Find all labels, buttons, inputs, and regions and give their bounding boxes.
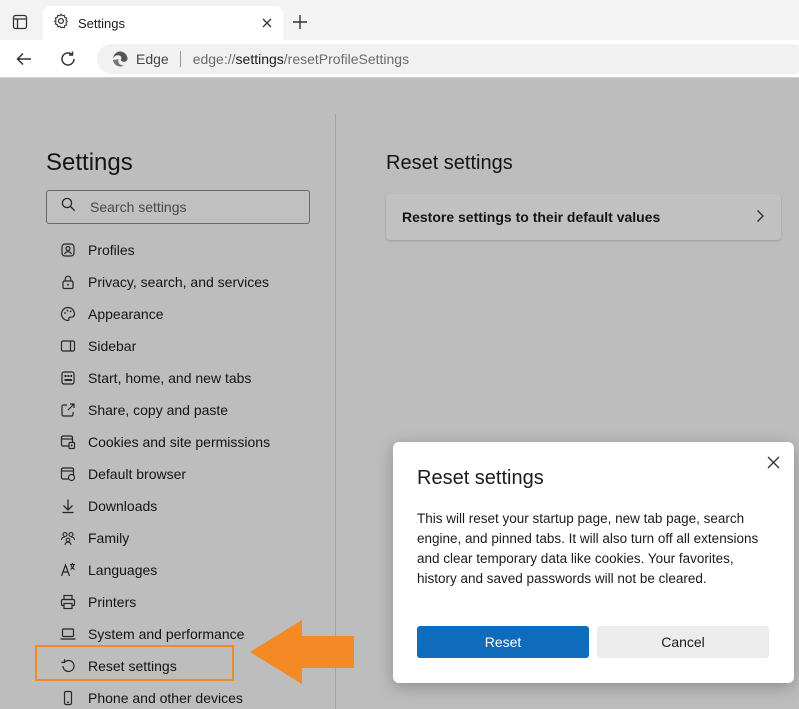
dialog-title: Reset settings bbox=[417, 467, 544, 489]
back-arrow-icon[interactable] bbox=[9, 44, 39, 74]
edge-label: Edge bbox=[136, 51, 169, 67]
url-host: settings bbox=[235, 51, 284, 67]
annotation-arrow-icon bbox=[250, 620, 354, 684]
cancel-button[interactable]: Cancel bbox=[597, 626, 769, 658]
gear-icon bbox=[53, 12, 69, 34]
refresh-icon[interactable] bbox=[53, 44, 83, 74]
tab-actions-icon[interactable] bbox=[6, 8, 34, 36]
toolbar: Edge edge://settings/resetProfileSetting… bbox=[0, 40, 799, 78]
reset-settings-dialog: Reset settings This will reset your star… bbox=[393, 442, 794, 683]
plus-icon[interactable] bbox=[287, 9, 313, 35]
tab-title: Settings bbox=[78, 15, 125, 31]
url-scheme: edge:// bbox=[192, 51, 236, 67]
edge-logo-icon bbox=[111, 50, 129, 68]
dialog-message: This will reset your startup page, new t… bbox=[417, 511, 759, 586]
address-bar[interactable]: Edge edge://settings/resetProfileSetting… bbox=[97, 44, 799, 74]
reset-button[interactable]: Reset bbox=[417, 626, 589, 658]
annotation-highlight-box bbox=[35, 645, 234, 681]
close-icon[interactable] bbox=[763, 452, 783, 472]
close-icon[interactable] bbox=[255, 11, 279, 35]
url-path: /resetProfileSettings bbox=[283, 51, 410, 67]
tab-settings[interactable]: Settings bbox=[43, 6, 283, 40]
tab-strip: Settings bbox=[0, 0, 799, 40]
address-separator bbox=[179, 51, 181, 67]
